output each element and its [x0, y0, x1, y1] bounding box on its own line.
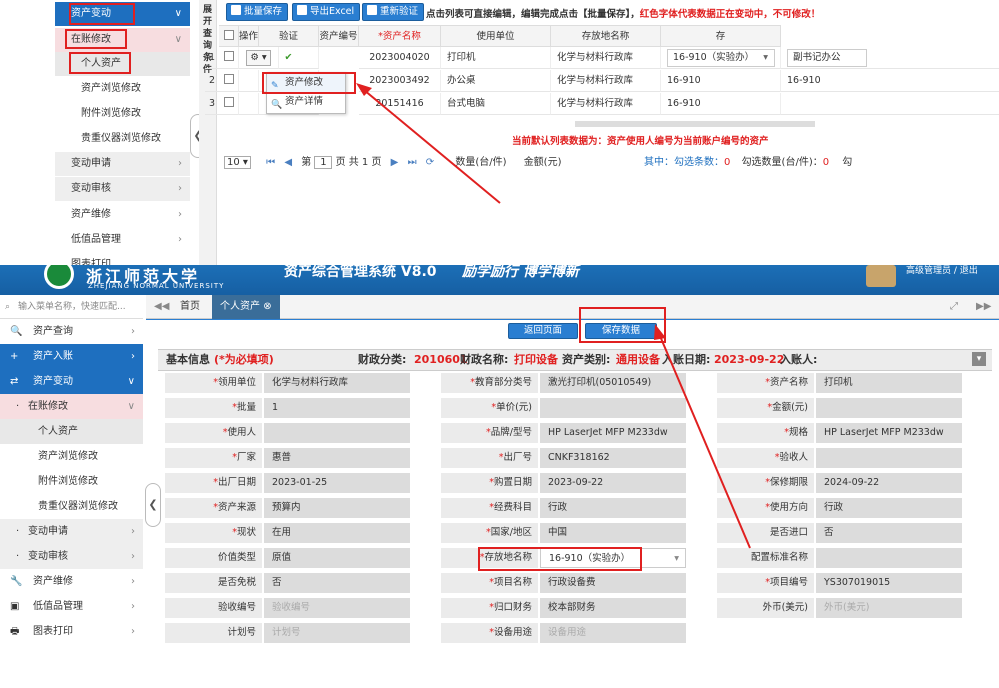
gear-icon[interactable]: ⚙ ▾: [246, 50, 271, 66]
arrow-to-save: [659, 335, 751, 549]
arrow-head-2: [654, 324, 666, 340]
annotation-arrows: [356, 83, 751, 549]
row-action-cell[interactable]: ⚙ ▾: [239, 47, 279, 69]
arrow-to-modify: [363, 89, 501, 204]
